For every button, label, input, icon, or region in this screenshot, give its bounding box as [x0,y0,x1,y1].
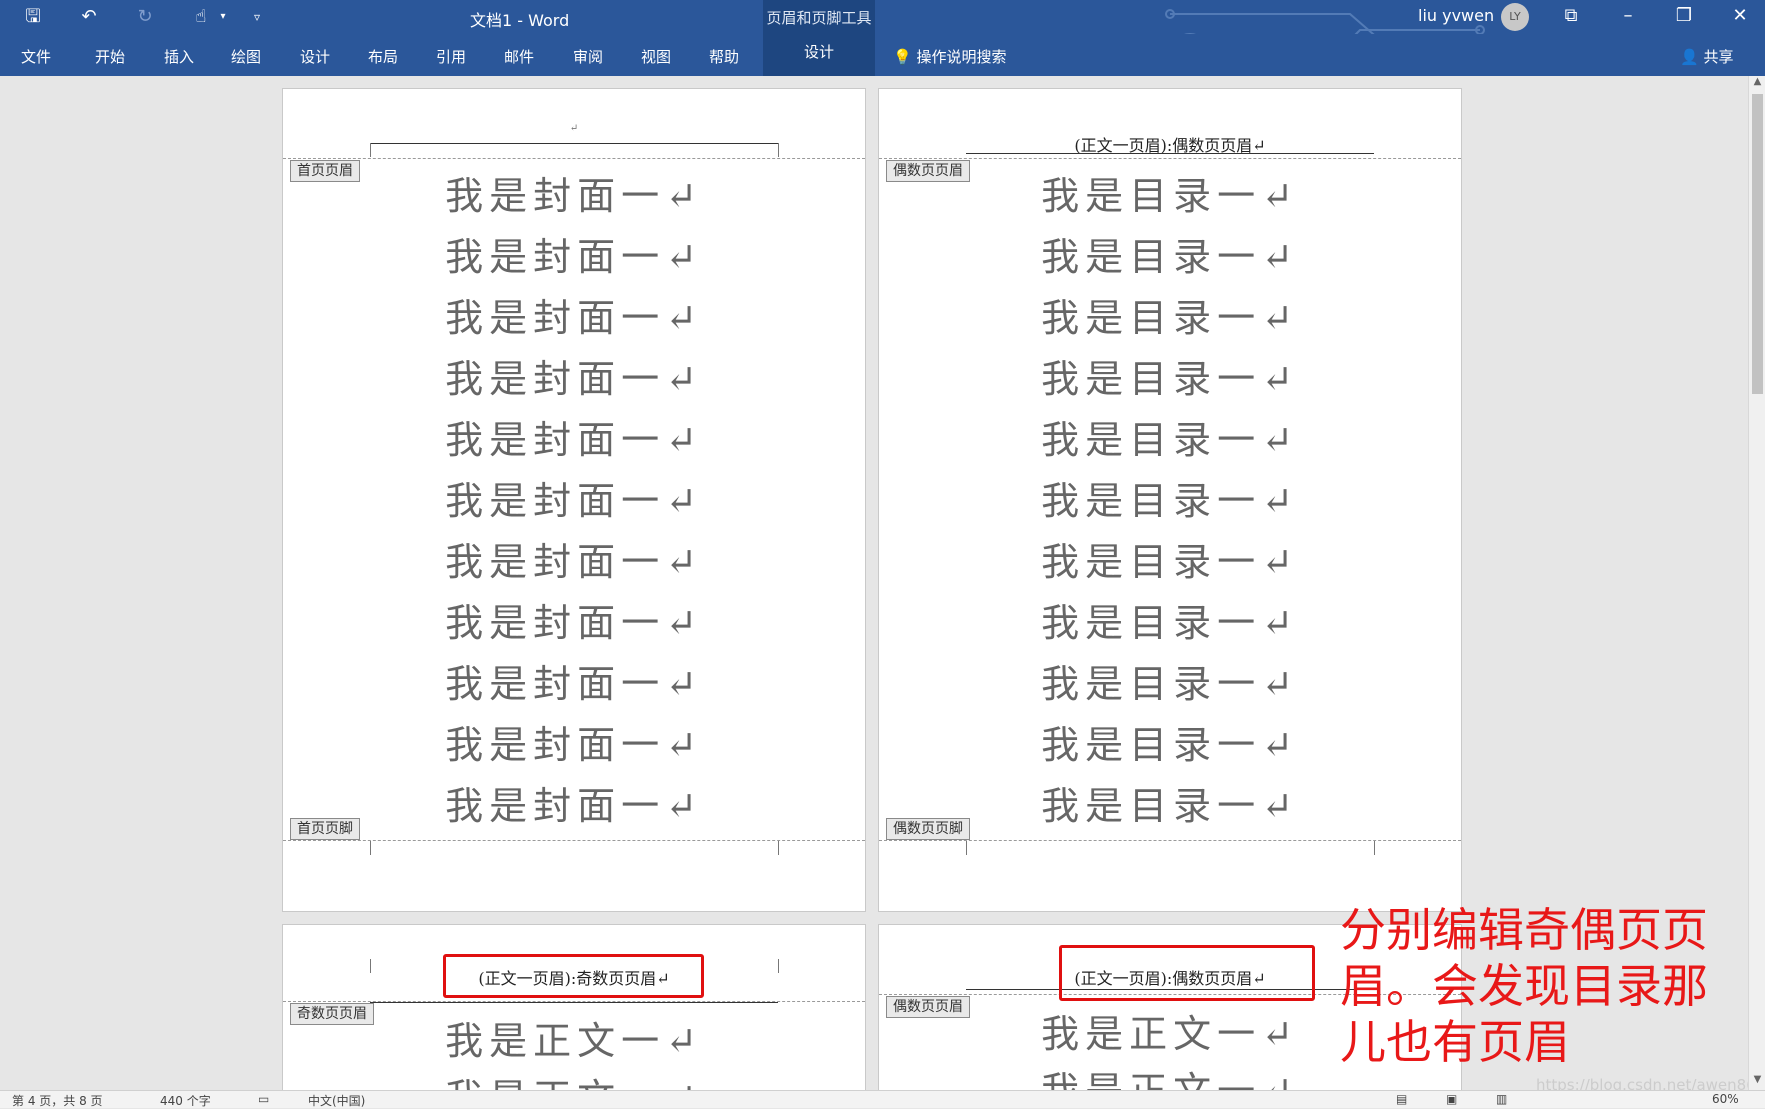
body-line[interactable]: 我是目录一↵ [879,287,1461,342]
ribbon-display-options-icon[interactable]: ⧉ [1543,0,1599,34]
highlight-box [1059,945,1315,1001]
chevron-down-icon[interactable]: ▾ [212,6,234,28]
undo-icon[interactable]: ↶ [78,6,100,28]
margin-corner [764,143,779,157]
body-line[interactable]: 我是目录一↵ [879,714,1461,769]
body-line[interactable]: 我是封面一↵ [283,165,865,220]
scrollbar-thumb[interactable] [1752,94,1763,394]
user-name[interactable]: liu yvwen [1418,6,1494,25]
header-border [966,153,1374,154]
share-button[interactable]: 👤 共享 [1680,46,1733,67]
read-mode-icon[interactable]: ▤ [1396,1092,1407,1106]
even-page-footer-tag: 偶数页页脚 [886,818,970,840]
scroll-down-icon[interactable]: ▼ [1749,1074,1765,1090]
tab-layout[interactable]: 布局 [368,46,398,67]
body-line[interactable]: 我是目录一↵ [879,348,1461,403]
body-line[interactable]: 我是封面一↵ [283,714,865,769]
lightbulb-icon: 💡 [893,48,912,66]
tab-file[interactable]: 文件 [21,46,51,67]
body-line[interactable]: 我是封面一↵ [283,470,865,525]
tab-help[interactable]: 帮助 [709,46,739,67]
tab-mailings[interactable]: 邮件 [504,46,534,67]
minimize-icon[interactable]: – [1600,0,1656,34]
margin-corner [764,841,779,855]
body-line[interactable]: 我是封面一↵ [283,287,865,342]
tab-home[interactable]: 开始 [95,46,125,67]
body-line[interactable]: 我是封面一↵ [283,409,865,464]
body-line[interactable]: 我是目录一↵ [879,592,1461,647]
header-separator [879,158,1461,159]
status-bar: 第 4 页，共 8 页 440 个字 ▭ 中文(中国) ▤ ▣ ▥ 60% [0,1090,1765,1108]
tab-header-footer-design[interactable]: 设计 [763,41,875,62]
title-bar: 🖫 ↶ ↻ ☝ ▾ ▿ 文档1 - Word liu yvwen LY ⧉ – … [0,0,1765,71]
print-layout-icon[interactable]: ▣ [1446,1092,1457,1106]
header-text[interactable]: ↵ [283,123,865,134]
tab-references[interactable]: 引用 [436,46,466,67]
person-icon: 👤 [1680,48,1699,66]
share-label: 共享 [1703,48,1734,66]
word-count[interactable]: 440 个字 [160,1092,211,1109]
tab-design[interactable]: 设计 [300,46,330,67]
page-3[interactable]: (正文一页眉):奇数页页眉↵ 奇数页页眉 我是正文一↵ 我是正文一↵ [282,924,866,1090]
highlight-box [443,954,704,998]
header-footer-tools-group: 页眉和页脚工具 设计 [763,0,875,76]
restore-icon[interactable]: ❐ [1656,0,1712,34]
touch-mode-icon[interactable]: ☝ [190,6,212,28]
tab-view[interactable]: 视图 [641,46,671,67]
body-line[interactable]: 我是正文一↵ [283,1067,865,1090]
body-line[interactable]: 我是正文一↵ [283,1010,865,1065]
redo-icon[interactable]: ↻ [134,6,156,28]
tab-review[interactable]: 审阅 [573,46,603,67]
header-border [370,1002,778,1003]
body-line[interactable]: 我是目录一↵ [879,653,1461,708]
header-separator [283,158,865,159]
first-page-footer-tag: 首页页脚 [290,818,360,840]
margin-corner [370,841,385,855]
margin-corner [966,841,981,855]
save-icon[interactable]: 🖫 [22,6,44,28]
ribbon-tabs: 文件 开始 插入 绘图 设计 布局 引用 邮件 审阅 视图 帮助 💡 操作说明搜… [0,34,1765,76]
close-icon[interactable]: ✕ [1712,0,1765,34]
body-line[interactable]: 我是封面一↵ [283,226,865,281]
web-layout-icon[interactable]: ▥ [1496,1092,1507,1106]
proofing-icon[interactable]: ▭ [258,1092,269,1106]
scroll-up-icon[interactable]: ▲ [1749,76,1765,92]
margin-corner [370,143,385,157]
body-line[interactable]: 我是封面一↵ [283,348,865,403]
zoom-level[interactable]: 60% [1712,1092,1739,1106]
language-status[interactable]: 中文(中国) [308,1092,365,1109]
tab-insert[interactable]: 插入 [164,46,194,67]
margin-corner [1360,841,1375,855]
tell-me-search[interactable]: 💡 操作说明搜索 [893,46,1006,67]
body-line[interactable]: 我是目录一↵ [879,470,1461,525]
body-line[interactable]: 我是目录一↵ [879,165,1461,220]
body-line[interactable]: 我是目录一↵ [879,409,1461,464]
body-line[interactable]: 我是目录一↵ [879,226,1461,281]
annotation-text: 分别编辑奇偶页页眉。会发现目录那儿也有页眉 [1340,903,1708,1069]
context-group-label: 页眉和页脚工具 [766,9,872,27]
header-separator [283,1001,865,1002]
body-line[interactable]: 我是封面一↵ [283,775,865,830]
page-2[interactable]: (正文一页眉):偶数页页眉↵ 偶数页页眉 我是目录一↵ 我是目录一↵ 我是目录一… [878,88,1462,912]
vertical-scrollbar[interactable]: ▲ ▼ [1748,76,1765,1090]
tell-me-label: 操作说明搜索 [916,48,1007,66]
body-line[interactable]: 我是封面一↵ [283,531,865,586]
header-border [370,143,778,144]
page-count[interactable]: 第 4 页，共 8 页 [12,1092,103,1109]
document-title: 文档1 - Word [470,11,570,30]
body-line[interactable]: 我是封面一↵ [283,592,865,647]
body-line[interactable]: 我是目录一↵ [879,531,1461,586]
customize-toolbar-icon[interactable]: ▿ [246,6,268,28]
avatar[interactable]: LY [1501,3,1529,31]
tab-draw[interactable]: 绘图 [231,46,261,67]
body-line[interactable]: 我是封面一↵ [283,653,865,708]
document-canvas[interactable]: ↵ 首页页眉 我是封面一↵ 我是封面一↵ 我是封面一↵ 我是封面一↵ 我是封面一… [0,76,1748,1090]
page-1[interactable]: ↵ 首页页眉 我是封面一↵ 我是封面一↵ 我是封面一↵ 我是封面一↵ 我是封面一… [282,88,866,912]
